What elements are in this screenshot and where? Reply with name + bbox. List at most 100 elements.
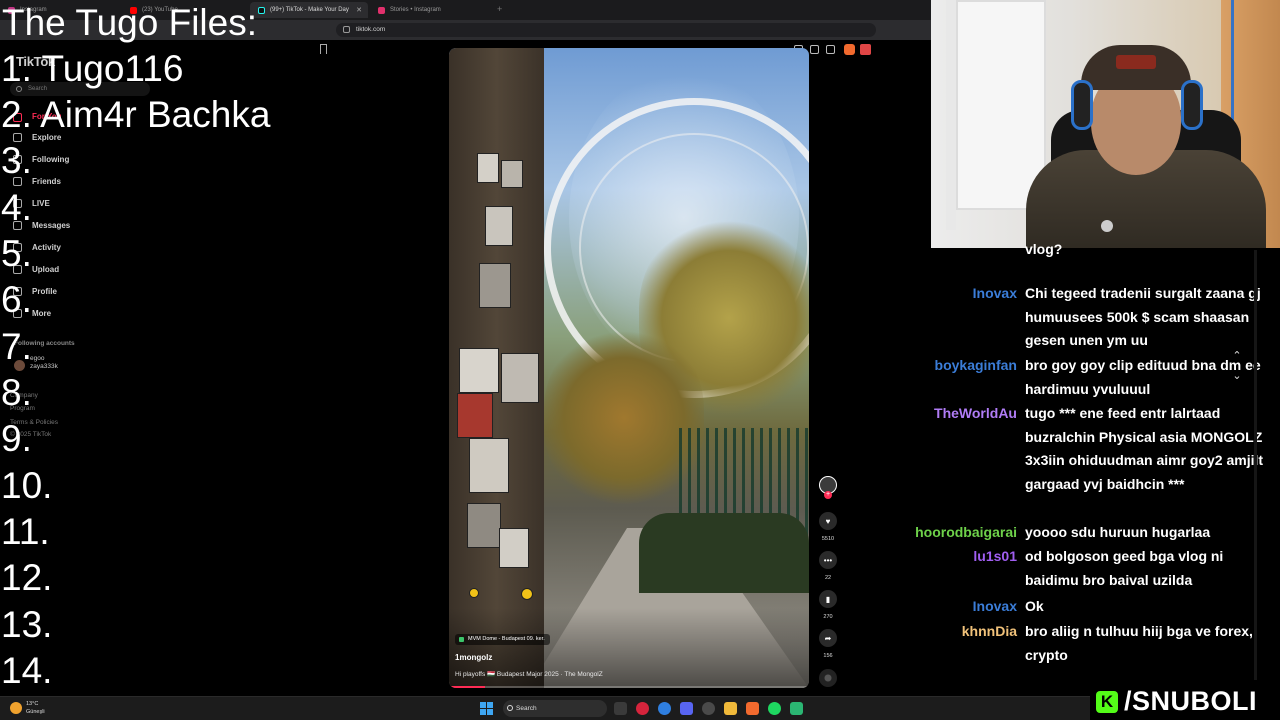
file-explorer-icon[interactable] [724,702,737,715]
follow-plus-icon[interactable]: + [824,491,832,499]
discord-icon[interactable] [680,702,693,715]
overlay-list-item: 1. Tugo116 [1,48,184,89]
memorial-photo [485,206,513,246]
cap-logo [1116,55,1156,69]
chat-scrollbar[interactable] [1254,250,1257,680]
chevron-up-icon[interactable]: ⌃ [1227,346,1247,366]
spotify-icon[interactable] [768,702,781,715]
chat-username[interactable]: Inovax [973,595,1017,619]
lock-icon [343,26,350,33]
nav-more[interactable]: More [32,309,51,318]
nav-friends[interactable]: Friends [32,177,61,186]
search-icon [507,705,513,711]
overlay-list-item: 9. [1,418,32,459]
overlay-list-item: 11. [1,511,50,552]
url-field[interactable]: tiktok.com [336,23,876,37]
url-text: tiktok.com [356,26,386,33]
extension-icon[interactable] [826,45,835,54]
brave-icon[interactable] [746,702,759,715]
chat-username[interactable]: TheWorldAu [934,402,1017,426]
new-tab-button[interactable]: + [497,4,502,14]
chat-text: Chi tegeed tradenii surgalt zaana gj hum… [1025,285,1261,348]
weather-widget[interactable]: 13°C Güneşli [10,700,45,716]
overlay-list-item: 10. [1,465,53,506]
chrome-icon[interactable] [658,702,671,715]
taskbar-search[interactable]: Search [503,700,607,717]
tab-tiktok[interactable]: (99+) TikTok - Make Your Day ✕ [250,2,368,18]
video-caption: Hi playoffs 🇭🇺 Budapest Major 2025 · The… [455,671,603,678]
headset-icon [1181,80,1203,130]
overlay-title: The Tugo Files: [2,2,258,43]
save-count: 270 [823,614,833,620]
video-player[interactable]: MVM Dome - Budapest 09. ker. 1mongolz Hi… [449,48,809,688]
windows-taskbar: 13°C Güneşli Search [0,696,1280,720]
overlay-list-item: 8. [1,372,32,413]
location-pin-icon [459,637,464,642]
tab-label: (99+) TikTok - Make Your Day [270,7,349,13]
video-username[interactable]: 1mongolz [455,653,492,662]
brave-rewards-icon[interactable] [860,44,871,55]
task-view-icon[interactable] [614,702,627,715]
windows-start-icon[interactable] [480,702,493,715]
nav-following[interactable]: Following [32,155,69,164]
comment-button[interactable]: ••• [819,551,837,569]
chat-username[interactable]: hoorodbaigarai [915,521,1017,545]
chat-text: vlog? [1025,241,1063,257]
brave-shield-icon[interactable] [844,44,855,55]
chevron-down-icon[interactable]: ⌄ [1227,366,1247,386]
extension-icon[interactable] [810,45,819,54]
memorial-photo [469,438,509,493]
location-chip[interactable]: MVM Dome - Budapest 09. ker. [455,634,550,645]
chat-username[interactable]: boykaginfan [935,354,1017,378]
share-button[interactable]: ➦ [819,629,837,647]
nav-activity[interactable]: Activity [32,243,61,252]
following-account-handle[interactable]: zaya333k [30,363,58,370]
streamer-webcam [931,0,1280,248]
overlay-list-item: 14. [1,650,53,691]
save-button[interactable]: ▮ [819,590,837,608]
close-tab-icon[interactable]: ✕ [356,6,362,14]
nav-messages[interactable]: Messages [32,221,70,230]
chat-text: bro aliig n tulhuu hiij bga ve forex, cr… [1025,623,1253,663]
nav-profile[interactable]: Profile [32,287,57,296]
music-disc-icon[interactable] [819,669,837,687]
tree-trunk-with-posters [449,48,544,688]
chat-username[interactable]: Inovax [973,282,1017,306]
overlay-list-item: 3. [1,140,32,181]
video-progress-fill [449,686,485,688]
overlay-list-item: 6. [1,279,32,320]
like-count: 5510 [821,536,835,542]
heart-icon: ♥ [825,516,831,526]
tab-instagram-stories[interactable]: Stories • Instagram [370,2,490,18]
microphone [1101,220,1113,232]
overlay-list-item: 5. [1,233,32,274]
stream-chat: vlog? Inovax Chi tegeed tradenii surgalt… [915,241,1280,688]
channel-name: /SNUBOLI [1124,686,1258,716]
nav-upload[interactable]: Upload [32,265,59,274]
weather-temperature: 13°C [26,701,39,707]
chat-username[interactable]: khnnDia [962,620,1017,644]
hedge [639,513,809,593]
overlay-list-item: 7. [1,326,32,367]
memorial-photo [467,503,501,548]
tab-label: Stories • Instagram [390,7,441,13]
share-icon: ➦ [824,633,832,643]
location-text: MVM Dome - Budapest 09. ker. [468,636,545,642]
app-icon[interactable] [790,702,803,715]
chat-text: tugo *** ene feed entr lalrtaad buzralch… [1025,405,1264,492]
following-account-name[interactable]: egoo [30,355,44,362]
chat-text: yoooo sdu huruun hugarlaa [1025,524,1211,540]
bookmark-icon[interactable] [320,44,327,54]
video-progress-bar[interactable] [449,686,809,688]
chat-text: Ok [1025,598,1044,614]
instagram-icon [378,6,385,14]
tiktok-icon [258,6,265,14]
like-button[interactable]: ♥ [819,512,837,530]
nav-live[interactable]: LIVE [32,199,50,208]
memorial-photo [459,348,499,393]
overlay-list-item: 2. Aim4r Bachka [1,94,271,135]
chat-username[interactable]: lu1s01 [973,545,1017,569]
opera-icon[interactable] [636,702,649,715]
overlay-list-item: 12. [1,557,53,598]
settings-icon[interactable] [702,702,715,715]
